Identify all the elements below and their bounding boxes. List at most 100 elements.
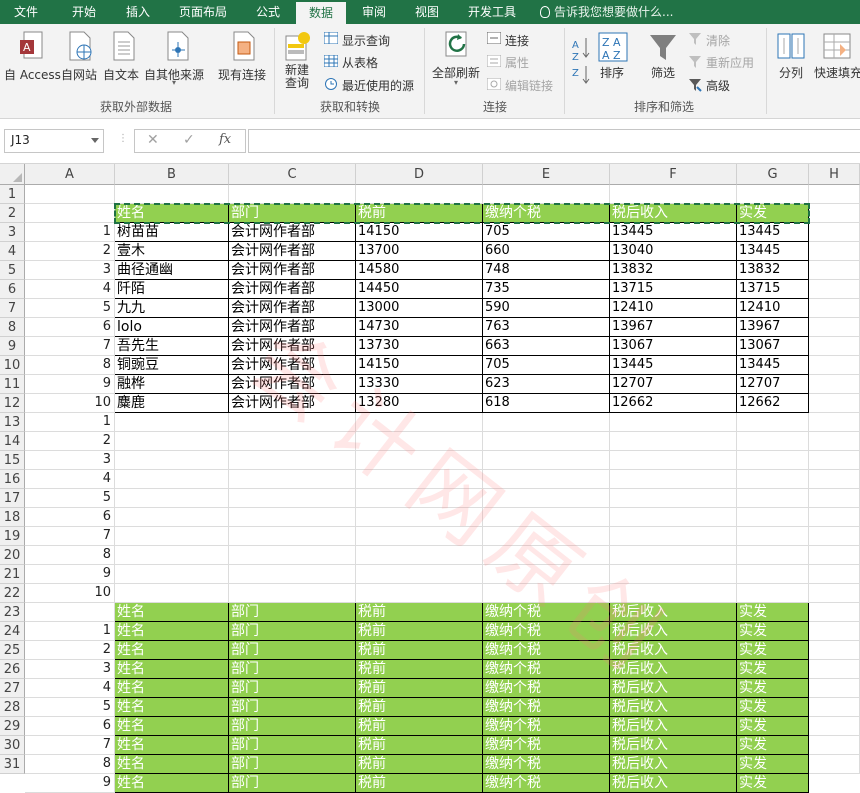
table-cell-dept[interactable]: 会计网作者部 [229, 261, 356, 280]
table-cell-dept[interactable]: 会计网作者部 [229, 242, 356, 261]
helper-number-cell[interactable]: 3 [25, 451, 115, 470]
table-cell-pretax[interactable]: 14730 [356, 318, 483, 337]
tab-file[interactable]: 文件 [0, 0, 52, 24]
cell[interactable] [809, 489, 860, 508]
helper-number-cell[interactable]: 6 [25, 717, 115, 736]
cell[interactable] [483, 470, 610, 489]
cell[interactable] [809, 508, 860, 527]
cell[interactable] [115, 413, 229, 432]
cell[interactable] [229, 508, 356, 527]
properties-button[interactable]: 属性 [505, 54, 529, 71]
index-cell[interactable]: 2 [25, 242, 115, 261]
cell[interactable] [809, 185, 860, 204]
edit-links-button[interactable]: 编辑链接 [505, 77, 553, 94]
repeated-header-cell[interactable]: 缴纳个税 [483, 603, 610, 622]
row-header-5[interactable]: 5 [0, 261, 25, 280]
cell[interactable] [737, 508, 809, 527]
cell[interactable] [356, 470, 483, 489]
cell[interactable] [809, 565, 860, 584]
repeated-header-cell[interactable]: 部门 [229, 774, 356, 793]
cell[interactable] [115, 451, 229, 470]
helper-number-cell[interactable]: 7 [25, 527, 115, 546]
repeated-header-cell[interactable]: 税前 [356, 679, 483, 698]
repeated-header-cell[interactable]: 部门 [229, 717, 356, 736]
column-header-h[interactable]: H [809, 164, 860, 185]
cell[interactable] [737, 451, 809, 470]
chevron-down-icon[interactable] [91, 138, 99, 143]
cell[interactable] [809, 679, 860, 698]
cell[interactable] [229, 565, 356, 584]
filter-button[interactable]: 筛选 [651, 64, 675, 81]
row-header-3[interactable]: 3 [0, 223, 25, 242]
table-cell-pretax[interactable]: 13280 [356, 394, 483, 413]
table-cell-dept[interactable]: 会计网作者部 [229, 337, 356, 356]
repeated-header-cell[interactable]: 姓名 [115, 679, 229, 698]
cell[interactable] [610, 185, 737, 204]
repeated-header-cell[interactable]: 税前 [356, 603, 483, 622]
row-header-15[interactable]: 15 [0, 451, 25, 470]
row-header-8[interactable]: 8 [0, 318, 25, 337]
repeated-header-cell[interactable]: 部门 [229, 622, 356, 641]
table-cell-after[interactable]: 13715 [610, 280, 737, 299]
index-cell[interactable]: 6 [25, 318, 115, 337]
table-cell-dept[interactable]: 会计网作者部 [229, 299, 356, 318]
from-text-button[interactable]: 自文本 [103, 66, 139, 83]
table-cell-after[interactable]: 12662 [610, 394, 737, 413]
index-cell[interactable]: 9 [25, 375, 115, 394]
repeated-header-cell[interactable]: 部门 [229, 755, 356, 774]
tab-review[interactable]: 审阅 [350, 0, 398, 24]
cell[interactable] [483, 413, 610, 432]
row-header-21[interactable]: 21 [0, 565, 25, 584]
cell[interactable] [737, 432, 809, 451]
repeated-header-cell[interactable]: 税后收入 [610, 774, 737, 793]
helper-number-cell[interactable]: 8 [25, 546, 115, 565]
repeated-header-cell[interactable]: 税前 [356, 622, 483, 641]
table-cell-name[interactable]: 曲径通幽 [115, 261, 229, 280]
row-header-2[interactable]: 2 [0, 204, 25, 223]
cell[interactable] [737, 546, 809, 565]
table-cell-tax[interactable]: 705 [483, 223, 610, 242]
tab-data[interactable]: 数据 [296, 2, 346, 24]
clear-button[interactable]: 清除 [706, 32, 730, 49]
cell[interactable] [610, 470, 737, 489]
column-header-c[interactable]: C [229, 164, 356, 185]
column-header-g[interactable]: G [737, 164, 809, 185]
repeated-header-cell[interactable]: 部门 [229, 679, 356, 698]
table-cell-pretax[interactable]: 14150 [356, 356, 483, 375]
cell[interactable] [809, 660, 860, 679]
repeated-header-cell[interactable]: 实发 [737, 603, 809, 622]
table-cell-dept[interactable]: 会计网作者部 [229, 280, 356, 299]
helper-number-cell[interactable]: 10 [25, 584, 115, 603]
repeated-header-cell[interactable]: 税前 [356, 774, 483, 793]
cell[interactable] [610, 489, 737, 508]
cell[interactable] [737, 489, 809, 508]
cell[interactable] [610, 565, 737, 584]
cell[interactable] [25, 204, 115, 223]
repeated-header-cell[interactable]: 姓名 [115, 641, 229, 660]
cell[interactable] [115, 527, 229, 546]
cell[interactable] [356, 527, 483, 546]
cell[interactable] [229, 185, 356, 204]
table-cell-pretax[interactable]: 14150 [356, 223, 483, 242]
cell[interactable] [809, 584, 860, 603]
column-header-b[interactable]: B [115, 164, 229, 185]
cell[interactable] [809, 527, 860, 546]
repeated-header-cell[interactable]: 税后收入 [610, 622, 737, 641]
cell[interactable] [610, 413, 737, 432]
repeated-header-cell[interactable]: 实发 [737, 698, 809, 717]
table-cell-after[interactable]: 13040 [610, 242, 737, 261]
sort-button[interactable]: 排序 [600, 64, 624, 81]
repeated-header-cell[interactable]: 姓名 [115, 622, 229, 641]
cell[interactable] [809, 755, 860, 774]
cell[interactable] [809, 717, 860, 736]
table-cell-pretax[interactable]: 14580 [356, 261, 483, 280]
cell[interactable] [356, 451, 483, 470]
repeated-header-cell[interactable]: 姓名 [115, 774, 229, 793]
helper-number-cell[interactable]: 9 [25, 565, 115, 584]
table-cell-tax[interactable]: 590 [483, 299, 610, 318]
table-cell-pretax[interactable]: 13730 [356, 337, 483, 356]
helper-number-cell[interactable]: 1 [25, 413, 115, 432]
table-header-cell[interactable]: 税前 [356, 204, 483, 223]
repeated-header-cell[interactable]: 实发 [737, 755, 809, 774]
repeated-header-cell[interactable]: 姓名 [115, 736, 229, 755]
